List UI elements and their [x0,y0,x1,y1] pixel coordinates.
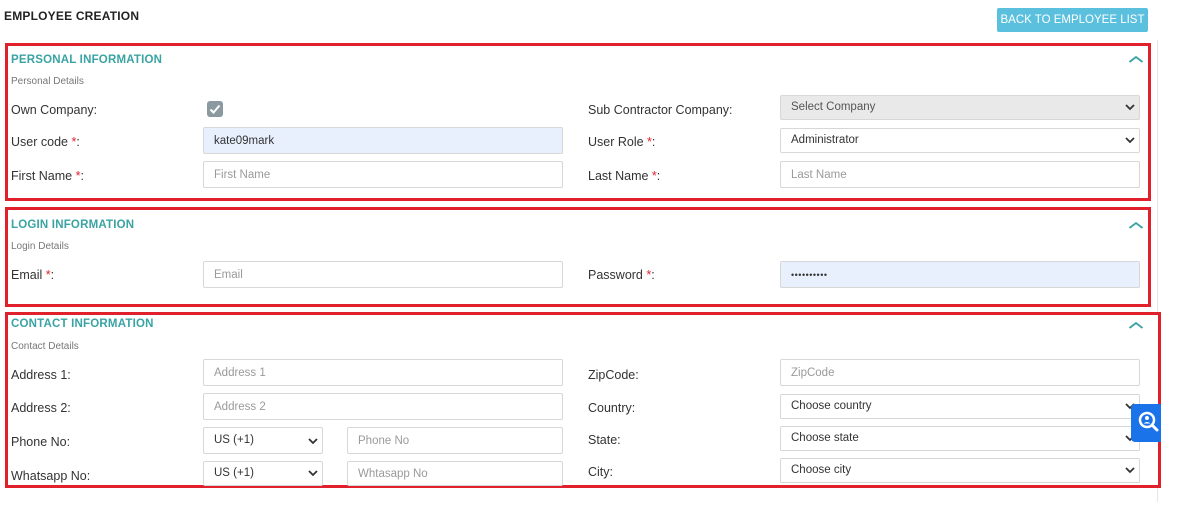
login-information-section: LOGIN INFORMATION Login Details Email *:… [5,207,1151,307]
personal-information-section: PERSONAL INFORMATION Personal Details Ow… [5,43,1151,201]
check-icon [209,104,221,114]
whatsapp-country-code-select[interactable]: US (+1) [203,461,323,486]
chevron-up-icon[interactable] [1128,318,1144,333]
country-select[interactable]: Choose country [780,394,1140,419]
user-role-label: User Role *: [588,135,656,149]
phone-country-code-select[interactable]: US (+1) [203,427,323,454]
address1-input[interactable] [203,359,563,386]
state-value: Choose state [791,432,859,444]
whatsapp-label: Whatsapp No: [11,469,91,483]
password-label: Password *: [588,268,655,282]
chevron-up-icon[interactable] [1128,52,1144,67]
section-title: LOGIN INFORMATION [11,219,135,231]
user-role-select[interactable]: Administrator [780,128,1140,153]
help-search-icon [1138,411,1159,432]
chevron-down-icon [1125,104,1135,111]
city-label: City: [588,465,613,479]
first-name-label: First Name *: [11,169,84,183]
sub-contractor-label: Sub Contractor Company: [588,103,733,117]
city-select[interactable]: Choose city [780,458,1140,483]
phone-code-value: US (+1) [214,434,254,446]
password-input[interactable] [780,261,1140,288]
last-name-label: Last Name *: [588,169,661,183]
state-select[interactable]: Choose state [780,426,1140,451]
back-to-employee-list-button[interactable]: BACK TO EMPLOYEE LIST [997,8,1148,32]
user-code-input[interactable] [203,127,563,154]
state-label: State: [588,433,621,447]
section-title: CONTACT INFORMATION [11,318,154,330]
zipcode-input[interactable] [780,359,1140,386]
own-company-label: Own Company: [11,103,98,117]
page-title: EMPLOYEE CREATION [4,9,140,23]
whatsapp-input[interactable] [347,461,563,486]
chevron-up-icon[interactable] [1128,218,1144,233]
address2-input[interactable] [203,393,563,420]
city-value: Choose city [791,464,852,476]
zipcode-label: ZipCode: [588,368,639,382]
chevron-down-icon [1125,467,1135,474]
help-widget-button[interactable] [1131,404,1161,442]
chevron-down-icon [308,470,318,477]
chevron-down-icon [1125,137,1135,144]
country-label: Country: [588,401,636,415]
chevron-down-icon [308,438,318,445]
sub-contractor-value: Select Company [791,101,876,113]
address1-label: Address 1: [11,368,71,382]
whatsapp-code-value: US (+1) [214,467,254,479]
country-value: Choose country [791,400,872,412]
section-subtitle: Personal Details [11,76,84,87]
phone-input[interactable] [347,427,563,454]
user-code-label: User code *: [11,135,80,149]
section-subtitle: Login Details [11,241,69,252]
sub-contractor-select[interactable]: Select Company [780,95,1140,120]
email-label: Email *: [11,268,55,282]
email-input[interactable] [203,261,563,288]
user-role-value: Administrator [791,134,859,146]
address2-label: Address 2: [11,401,71,415]
section-subtitle: Contact Details [11,341,79,352]
own-company-checkbox[interactable] [207,101,223,117]
phone-label: Phone No: [11,435,71,449]
first-name-input[interactable] [203,161,563,188]
last-name-input[interactable] [780,161,1140,188]
contact-information-section: CONTACT INFORMATION Contact Details Addr… [5,312,1161,488]
page-header: EMPLOYEE CREATION BACK TO EMPLOYEE LIST [0,0,1160,40]
section-title: PERSONAL INFORMATION [11,54,163,66]
